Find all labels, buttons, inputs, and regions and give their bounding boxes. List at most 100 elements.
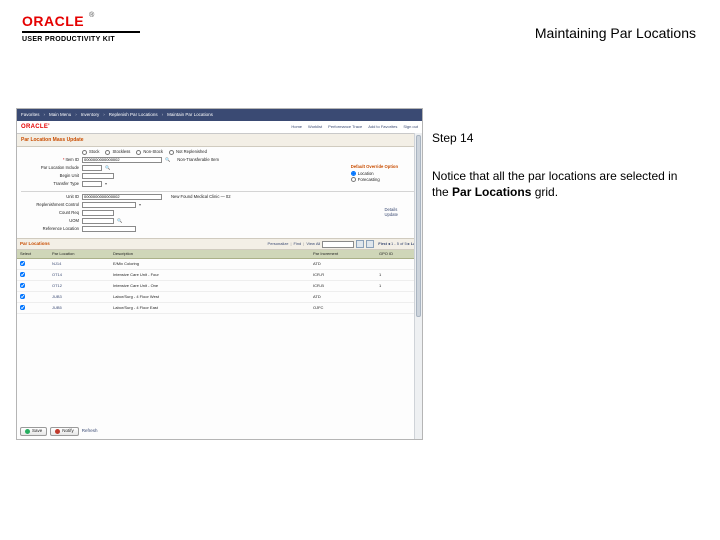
radio-notrepl-input[interactable] — [169, 150, 174, 155]
radio-notrepl[interactable]: Not Replenished — [169, 150, 207, 155]
link-viewall[interactable]: View All — [306, 242, 320, 246]
cell-desc: Labor/Surg - 4 Floor West — [110, 292, 310, 303]
chevron-down-icon[interactable]: ▾ — [105, 182, 107, 186]
radio-nonstock-input[interactable] — [136, 150, 141, 155]
radio-stockless-input[interactable] — [105, 150, 110, 155]
form-footer: Save Notify Refresh — [20, 427, 98, 436]
radio-stock-input[interactable] — [82, 150, 87, 155]
page-range: 1 - 5 of 5 — [391, 242, 407, 246]
col-desc[interactable]: Description — [110, 250, 310, 259]
instruction-text: Notice that all the par locations are se… — [432, 168, 692, 200]
notify-button[interactable]: Notify — [50, 427, 79, 436]
table-row: NJ14E/Mix ColoringATD — [17, 259, 422, 270]
oracle-wordmark: ORACLE — [22, 14, 84, 28]
uom-input[interactable] — [82, 218, 114, 224]
parloc-include-input[interactable] — [82, 165, 102, 171]
scrollbar[interactable] — [414, 133, 422, 439]
crumb-4[interactable]: Maintain Par Locations — [167, 113, 213, 118]
radio-forecasting[interactable]: Forecasting — [351, 177, 398, 182]
crumb-1[interactable]: Main Menu — [49, 113, 71, 118]
parloc-link[interactable]: OT14 — [52, 272, 62, 277]
app-screenshot: Favorites› Main Menu› Inventory› Repleni… — [16, 108, 423, 440]
cell-select — [17, 259, 49, 270]
link-signout[interactable]: Sign out — [403, 125, 418, 129]
radio-nonstock[interactable]: Non-Stock — [136, 150, 163, 155]
download-icon[interactable] — [366, 240, 374, 248]
item-id-row: Item ID 🔍 Non-Transferable Item — [21, 157, 418, 163]
mode-row: Stock Stockless Non-Stock Not Replenishe… — [21, 150, 418, 155]
save-button[interactable]: Save — [20, 427, 47, 436]
radio-stockless[interactable]: Stockless — [105, 150, 130, 155]
brand-divider — [22, 31, 140, 33]
default-options-list: Location Forecasting — [351, 171, 398, 182]
link-update[interactable]: Update — [384, 213, 398, 217]
count-req-label: Count Req — [21, 211, 79, 215]
row-checkbox[interactable] — [20, 272, 25, 277]
breadcrumb: Favorites› Main Menu› Inventory› Repleni… — [17, 109, 422, 121]
cell-desc: Labor/Surg - 4 Floor East — [110, 303, 310, 314]
begin-unit-input[interactable] — [82, 173, 114, 179]
repl-ctrl-input[interactable] — [82, 202, 136, 208]
cell-select — [17, 303, 49, 314]
refresh-link[interactable]: Refresh — [82, 429, 98, 434]
radio-location-input[interactable] — [351, 171, 356, 176]
repl-ctrl-label: Replenishment Control — [21, 203, 79, 207]
lookup-icon[interactable]: 🔍 — [117, 219, 122, 223]
row-checkbox[interactable] — [20, 261, 25, 266]
link-home[interactable]: Home — [291, 125, 302, 129]
link-worklist[interactable]: Worklist — [308, 125, 322, 129]
item-id-input[interactable] — [82, 157, 162, 163]
radio-forecasting-input[interactable] — [351, 177, 356, 182]
trademark-icon: ® — [89, 12, 94, 19]
prev-icon[interactable]: ◂ — [388, 242, 390, 246]
link-find[interactable]: Find — [294, 242, 302, 246]
col-select[interactable]: Select — [17, 250, 49, 259]
transfer-type-label: Transfer Type — [21, 182, 79, 186]
crumb-3[interactable]: Replenish Par Locations — [109, 113, 158, 118]
parloc-link[interactable]: JUB5 — [52, 305, 62, 310]
ref-loc-label: Reference Location — [21, 227, 79, 231]
unit-id-input[interactable] — [82, 194, 162, 200]
transfer-type-input[interactable] — [82, 181, 102, 187]
save-icon — [25, 429, 30, 434]
parloc-link[interactable]: JUB3 — [52, 294, 62, 299]
lookup-icon[interactable]: 🔍 — [105, 166, 110, 170]
cell-parloc: NJ14 — [49, 259, 110, 270]
begin-unit-label: Begin Unit — [21, 174, 79, 178]
cell-desc: E/Mix Coloring — [110, 259, 310, 270]
count-req-input[interactable] — [82, 210, 114, 216]
parloc-link[interactable]: NJ14 — [52, 261, 61, 266]
app-oracle-logo: ORACLE' — [21, 124, 50, 130]
next-icon[interactable]: ▸ — [408, 242, 410, 246]
ref-loc-input[interactable] — [82, 226, 136, 232]
col-inc[interactable]: Par Increment — [310, 250, 376, 259]
parloc-link[interactable]: OT12 — [52, 283, 62, 288]
link-favorites[interactable]: Add to Favorites — [368, 125, 397, 129]
find-input[interactable] — [322, 241, 354, 248]
zoom-icon[interactable] — [356, 240, 364, 248]
scrollbar-thumb[interactable] — [416, 135, 421, 317]
radio-stock[interactable]: Stock — [82, 150, 99, 155]
col-parloc[interactable]: Par Location — [49, 250, 110, 259]
mode-radios: Stock Stockless Non-Stock Not Replenishe… — [82, 150, 207, 155]
two-column-2: Replenishment Control▾ Count Req UOM🔍 Re… — [21, 202, 418, 234]
cell-parloc: OT12 — [49, 281, 110, 292]
two-column: Par Location Include🔍 Begin Unit Transfe… — [21, 165, 418, 189]
crumb-0[interactable]: Favorites — [21, 113, 40, 118]
left-col: Par Location Include🔍 Begin Unit Transfe… — [21, 165, 114, 189]
link-personalize[interactable]: Personalize — [268, 242, 289, 246]
lookup-icon[interactable]: 🔍 — [165, 158, 170, 162]
instruction-text-2: grid. — [531, 185, 558, 199]
chevron-down-icon[interactable]: ▾ — [139, 203, 141, 207]
first-link[interactable]: First — [378, 242, 387, 246]
form-area: Stock Stockless Non-Stock Not Replenishe… — [17, 147, 422, 238]
row-checkbox[interactable] — [20, 294, 25, 299]
grid-pager: First ◂ 1 - 5 of 5 ▸ Last — [378, 242, 419, 246]
radio-location[interactable]: Location — [351, 171, 398, 176]
instruction-panel: Step 14 Notice that all the par location… — [432, 130, 692, 201]
link-perftrace[interactable]: Performance Trace — [328, 125, 362, 129]
row-checkbox[interactable] — [20, 305, 25, 310]
row-checkbox[interactable] — [20, 283, 25, 288]
unit-id-hint: New Found Medical Clinic — 02 — [171, 195, 231, 199]
crumb-2[interactable]: Inventory — [81, 113, 100, 118]
